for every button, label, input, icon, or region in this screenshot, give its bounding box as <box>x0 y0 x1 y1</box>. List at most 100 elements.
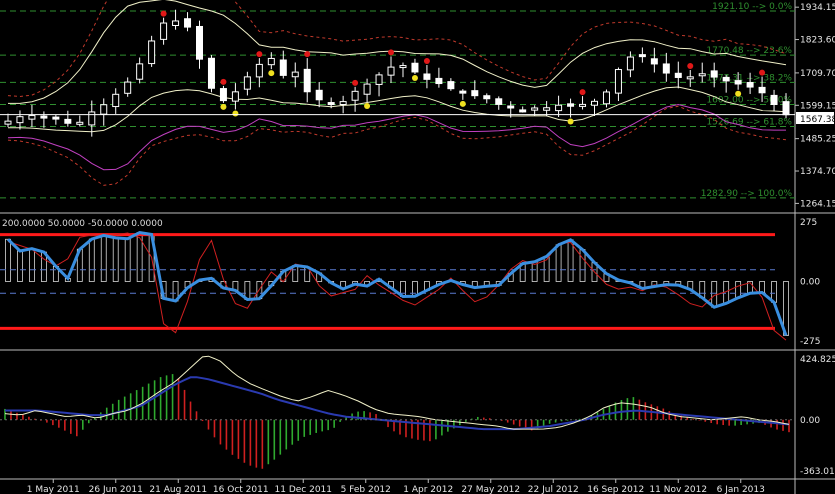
candle-body-63 <box>758 86 766 94</box>
time-tick-label-1: 26 Jun 2011 <box>89 485 143 494</box>
osc-axis-label-1: 0.00 <box>800 416 820 426</box>
candle-body-55 <box>662 63 670 74</box>
time-tick-label-8: 22 Jul 2012 <box>528 485 579 494</box>
candle-body-50 <box>602 91 610 105</box>
osc-signal-line <box>5 376 790 431</box>
candle-body-42 <box>507 105 515 109</box>
candle-body-4 <box>52 116 60 120</box>
cci-main-line <box>6 231 788 336</box>
buy-signal-dot-3 <box>364 102 371 109</box>
candle-body-45 <box>543 107 551 111</box>
candle-body-6 <box>76 121 84 125</box>
osc-axis-label-0: 424.825 <box>800 355 835 365</box>
fibonacci-levels: 1921.10 --> 0.0% 1770.48 --> 23.6% 1677.31… <box>0 2 795 199</box>
candle-body-64 <box>770 94 778 105</box>
candle-body-22 <box>267 57 275 66</box>
cci-bar-48 <box>579 249 586 282</box>
buy-signal-dot-4 <box>411 74 418 81</box>
candle-body-25 <box>303 68 311 93</box>
candle-body-16 <box>196 25 203 60</box>
candle-body-59 <box>710 70 718 78</box>
time-tick-label-2: 21 Aug 2011 <box>149 485 207 494</box>
candle-body-17 <box>207 57 215 89</box>
cci-axis-label-1: 0.00 <box>800 278 820 288</box>
price-tick-label-0: 1934.15 <box>800 3 835 13</box>
sell-signal-dot-6 <box>423 57 430 64</box>
fib-label-2: 1677.31 --> 38.2% <box>706 73 792 83</box>
cci-bar-8 <box>100 235 107 282</box>
candle-body-65 <box>782 101 790 116</box>
buy-signal-dot-7 <box>735 90 742 97</box>
sell-signal-dot-5 <box>388 49 395 56</box>
candle-body-21 <box>255 63 263 78</box>
candle-body-57 <box>686 76 694 80</box>
candle-body-46 <box>555 104 563 112</box>
oscillator-axis: 424.825 0.00 -363.019 <box>800 355 835 477</box>
candle-body-18 <box>219 88 227 102</box>
candle-body-27 <box>327 102 335 106</box>
candle-body-8 <box>100 104 108 115</box>
candle-body-31 <box>375 74 383 85</box>
candle-body-29 <box>351 90 359 101</box>
cci-bar-63 <box>759 281 765 293</box>
candle-body-38 <box>459 90 467 94</box>
cci-bar-1 <box>17 250 23 282</box>
sell-signal-dot-7 <box>579 89 586 96</box>
buy-signal-dot-6 <box>567 118 574 125</box>
cci-signal-line <box>7 232 787 341</box>
price-tick-label-4: 1485.25 <box>800 135 835 145</box>
buy-signal-dot-5 <box>459 100 466 107</box>
candle-body-37 <box>447 81 455 90</box>
candle-body-28 <box>339 101 347 105</box>
candle-body-15 <box>184 18 192 28</box>
candle-body-3 <box>40 115 48 119</box>
cci-axis-label-2: -275 <box>800 337 820 347</box>
sell-signal-dot-4 <box>352 79 359 86</box>
sell-signal-dot-2 <box>256 51 263 58</box>
candle-body-1 <box>16 116 24 124</box>
cci-panel <box>0 231 789 341</box>
cci-bar-9 <box>112 237 119 282</box>
sell-signal-dot-0 <box>160 10 167 17</box>
buy-signal-dot-0 <box>220 103 227 110</box>
fib-label-0: 1921.10 --> 0.0% <box>712 2 792 12</box>
price-axis: 1934.15 1823.60 1709.70 1599.15 1485.25 1374.… <box>795 3 835 209</box>
candle-body-34 <box>411 62 419 73</box>
candle-body-36 <box>435 77 443 85</box>
candle-body-39 <box>471 90 479 97</box>
fib-label-4: 1526.69 --> 61.8% <box>706 118 792 128</box>
price-tick-label-6: 1264.15 <box>800 199 835 209</box>
sell-signal-dot-8 <box>687 62 694 69</box>
candle-body-32 <box>387 66 395 76</box>
candle-body-13 <box>160 22 168 40</box>
candle-body-56 <box>674 72 682 78</box>
candle-body-58 <box>698 73 706 77</box>
candle-body-40 <box>483 95 491 100</box>
cci-bar-61 <box>735 281 742 299</box>
cci-bar-10 <box>124 238 131 282</box>
candle-body-61 <box>734 80 742 85</box>
oscillator-panel <box>0 355 795 469</box>
candle-body-49 <box>591 100 598 106</box>
time-tick-label-9: 16 Sep 2012 <box>587 485 644 494</box>
candle-body-24 <box>291 71 299 78</box>
fib-label-3: 1602.00 --> 50.0% <box>706 95 792 105</box>
time-tick-label-3: 16 Oct 2011 <box>213 485 269 494</box>
price-tick-label-3: 1599.15 <box>800 101 835 111</box>
buy-signal-dot-2 <box>268 70 275 77</box>
candle-body-12 <box>148 40 156 65</box>
candle-body-23 <box>279 59 287 76</box>
time-tick-label-7: 27 May 2012 <box>461 485 520 494</box>
cci-axis-label-0: 275 <box>800 218 817 228</box>
signal-dots <box>160 10 766 125</box>
cci-bar-59 <box>711 281 718 308</box>
chart-canvas: 1921.10 --> 0.0% 1770.48 --> 23.6% 1677.31… <box>0 0 835 494</box>
time-axis: 1 May 2011 26 Jun 2011 21 Aug 2011 16 Oct 2… <box>27 479 765 494</box>
candle-body-26 <box>315 89 323 101</box>
candle-body-20 <box>243 76 251 90</box>
time-tick-label-5: 5 Feb 2012 <box>341 485 391 494</box>
candle-body-62 <box>746 82 754 88</box>
fib-label-5: 1282.90 --> 100.0% <box>701 189 793 199</box>
trading-chart-window: { "colors":{ "background":"#000000","can… <box>0 0 835 494</box>
candle-body-2 <box>28 115 36 120</box>
